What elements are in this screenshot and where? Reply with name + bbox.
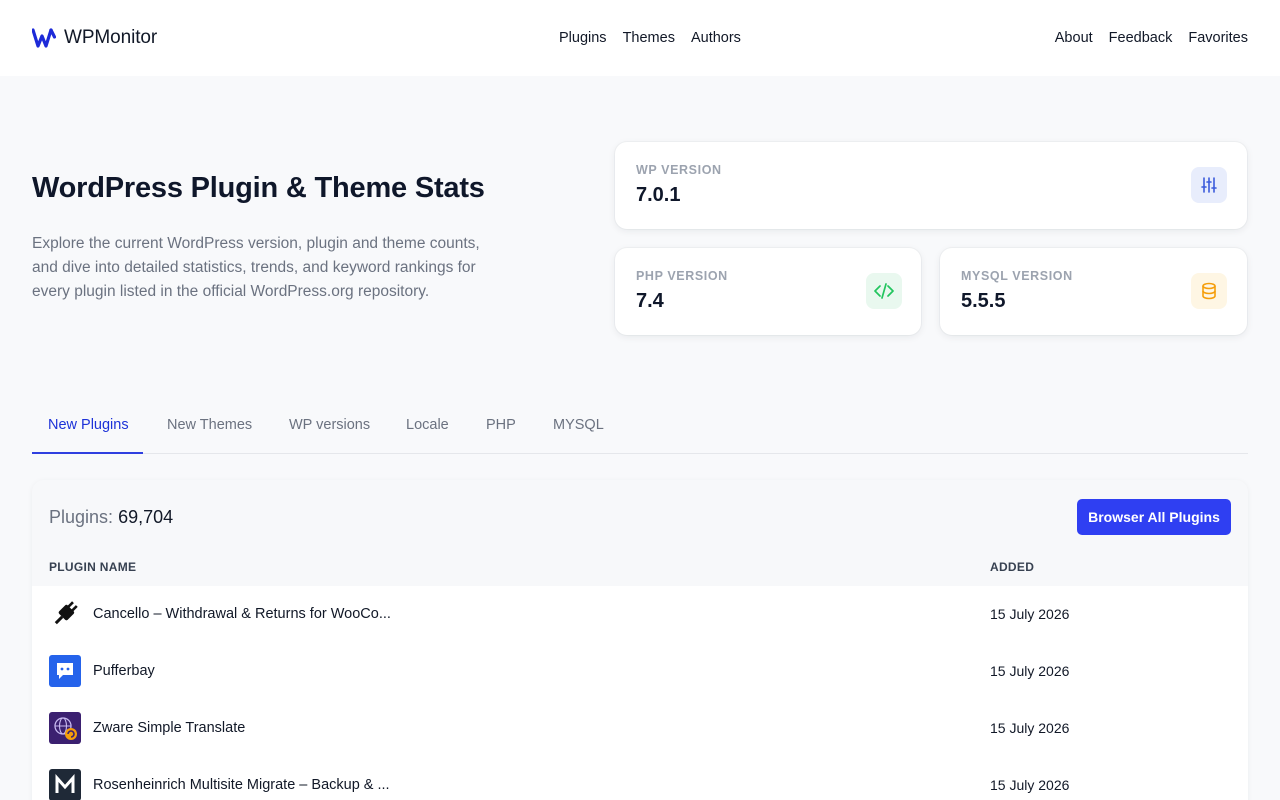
wpmonitor-logo-icon <box>32 26 56 50</box>
column-header-added[interactable]: ADDED <box>990 560 1034 574</box>
table-row[interactable]: Pufferbay 15 July 2026 <box>32 643 1248 700</box>
wp-version-label: WP VERSION <box>636 163 722 177</box>
brand-name: WPMonitor <box>64 27 158 48</box>
mysql-version-value: 5.5.5 <box>961 290 1006 312</box>
brand[interactable]: WPMonitor <box>32 26 157 50</box>
page-description: Explore the current WordPress version, p… <box>32 235 480 300</box>
tab-new-themes[interactable]: New Themes <box>167 417 252 433</box>
plugin-added-date: 15 July 2026 <box>990 606 1070 622</box>
plugins-count: Plugins: 69,704 <box>49 507 173 528</box>
plugin-added-date: 15 July 2026 <box>990 663 1070 679</box>
column-header-plugin-name[interactable]: PLUGIN NAME <box>49 560 136 574</box>
database-icon <box>1191 273 1227 309</box>
globe-translate-icon <box>49 712 81 744</box>
letter-m-icon <box>49 769 81 800</box>
nav-themes[interactable]: Themes <box>623 30 675 46</box>
nav-plugins[interactable]: Plugins <box>559 30 607 46</box>
plugin-name[interactable]: Cancello – Withdrawal & Returns for WooC… <box>93 606 391 622</box>
tab-wp-versions[interactable]: WP versions <box>289 417 370 433</box>
plugin-added-date: 15 July 2026 <box>990 720 1070 736</box>
top-navigation: WPMonitor Plugins Themes Authors About F… <box>0 0 1280 76</box>
nav-authors[interactable]: Authors <box>691 30 741 46</box>
wp-version-value: 7.0.1 <box>636 184 681 206</box>
tab-new-plugins[interactable]: New Plugins <box>48 417 129 433</box>
browse-all-plugins-button[interactable]: Browser All Plugins <box>1077 499 1231 535</box>
nav-about[interactable]: About <box>1055 30 1093 46</box>
plugins-count-label: Plugins: <box>49 507 114 527</box>
tab-mysql[interactable]: MYSQL <box>553 417 604 433</box>
tab-locale[interactable]: Locale <box>406 417 449 433</box>
plugin-name[interactable]: Pufferbay <box>93 663 155 679</box>
stats-tabs: New Plugins New Themes WP versions Local… <box>32 400 1248 454</box>
mysql-version-card: MYSQL VERSION 5.5.5 <box>940 248 1247 335</box>
table-row[interactable]: Zware Simple Translate 15 July 2026 <box>32 700 1248 757</box>
secondary-nav: About Feedback Favorites <box>1055 30 1248 46</box>
tab-php[interactable]: PHP <box>486 417 516 433</box>
chat-bubble-icon <box>49 655 81 687</box>
nav-favorites[interactable]: Favorites <box>1188 30 1248 46</box>
plug-icon <box>49 598 81 630</box>
php-version-value: 7.4 <box>636 290 664 312</box>
new-plugins-panel: Plugins: 69,704 Browser All Plugins PLUG… <box>32 480 1248 800</box>
plugin-name[interactable]: Zware Simple Translate <box>93 720 245 736</box>
main-nav: Plugins Themes Authors <box>559 30 741 46</box>
php-version-card: PHP VERSION 7.4 <box>615 248 921 335</box>
code-icon <box>866 273 902 309</box>
table-row[interactable]: Cancello – Withdrawal & Returns for WooC… <box>32 586 1248 643</box>
table-row[interactable]: Rosenheinrich Multisite Migrate – Backup… <box>32 757 1248 800</box>
php-version-label: PHP VERSION <box>636 269 728 283</box>
nav-feedback[interactable]: Feedback <box>1109 30 1173 46</box>
plugins-count-value: 69,704 <box>118 507 174 527</box>
mysql-version-label: MYSQL VERSION <box>961 269 1073 283</box>
plugin-added-date: 15 July 2026 <box>990 777 1070 793</box>
sliders-icon <box>1191 167 1227 203</box>
page-title: WordPress Plugin & Theme Stats <box>32 172 485 204</box>
wp-version-card: WP VERSION 7.0.1 <box>615 142 1247 229</box>
active-tab-indicator <box>32 452 143 454</box>
plugin-name[interactable]: Rosenheinrich Multisite Migrate – Backup… <box>93 777 390 793</box>
